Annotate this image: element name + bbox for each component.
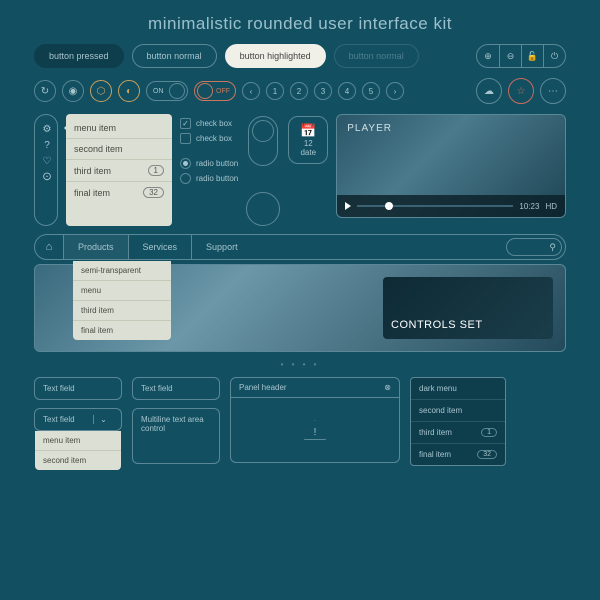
heart-icon[interactable]: ♡	[39, 153, 55, 169]
search-icon: ⚲	[549, 242, 556, 253]
home-icon[interactable]: ⌂	[35, 241, 63, 253]
carousel-dots[interactable]: • • • •	[0, 358, 600, 377]
button-states-row: button pressed button normal button high…	[0, 44, 600, 78]
hd-badge: HD	[545, 202, 557, 211]
button-pressed[interactable]: button pressed	[34, 44, 124, 68]
nav-bar: ⌂ Products Services Support ⚲ semi-trans…	[34, 234, 566, 260]
menu-item[interactable]: dark menu	[411, 378, 505, 400]
player-title: PLAYER	[347, 123, 392, 134]
plus-icon[interactable]: ⊕	[477, 45, 499, 67]
progress-bar[interactable]	[357, 205, 513, 207]
nav-products[interactable]: Products	[63, 235, 128, 259]
date-widget[interactable]: 📅 12 date	[288, 116, 328, 164]
pager-4[interactable]: 4	[338, 82, 356, 100]
speaker-icon[interactable]: ◐	[118, 80, 140, 102]
player-time: 10:23	[519, 202, 539, 211]
pager-5[interactable]: 5	[362, 82, 380, 100]
warning-icon: !	[304, 420, 326, 440]
dropdown-item[interactable]: second item	[35, 451, 121, 470]
nav-services[interactable]: Services	[128, 235, 192, 259]
minus-icon[interactable]: ⊖	[499, 45, 521, 67]
checkbox-group: ✓check box check box radio button radio …	[180, 114, 238, 184]
star-icon[interactable]: ☆	[508, 78, 534, 104]
panel: Panel header ⊗ !	[230, 377, 400, 463]
menu-item[interactable]: third item1	[66, 160, 172, 182]
pager-3[interactable]: 3	[314, 82, 332, 100]
chat-icon[interactable]: ☁	[476, 78, 502, 104]
menu-item[interactable]: menu item	[66, 118, 172, 139]
panel-header: Panel header ⊗	[231, 378, 399, 398]
button-normal[interactable]: button normal	[132, 44, 217, 68]
pager-2[interactable]: 2	[290, 82, 308, 100]
controls-row: ↻ ◉ ⬡ ◐ ON OFF ‹ 1 2 3 4 5 › ☁ ☆ ⋯	[0, 78, 600, 114]
menu-item[interactable]: second item	[411, 400, 505, 422]
calendar-icon: 📅	[297, 123, 319, 139]
dropdown-item[interactable]: final item	[73, 321, 171, 340]
checkbox-checked[interactable]: ✓check box	[180, 118, 238, 129]
page-title: minimalistic rounded user interface kit	[0, 0, 600, 44]
nav-dropdown: semi-transparent menu third item final i…	[73, 261, 171, 340]
radio-unselected[interactable]: radio button	[180, 173, 238, 184]
knob-control[interactable]	[246, 192, 280, 226]
text-field[interactable]: Text field	[132, 377, 220, 400]
light-menu: menu item second item third item1 final …	[66, 114, 172, 226]
pager-1[interactable]: 1	[266, 82, 284, 100]
combo-dropdown: menu item second item	[35, 431, 121, 470]
close-icon[interactable]: ⊗	[384, 383, 391, 392]
toggle-on[interactable]: ON	[146, 81, 188, 101]
wifi-icon[interactable]: ⬡	[90, 80, 112, 102]
arrow-circle-icon[interactable]: ↻	[34, 80, 56, 102]
radio-selected[interactable]: radio button	[180, 158, 238, 169]
lock-icon[interactable]: 🔓	[521, 45, 543, 67]
button-disabled: button normal	[334, 44, 419, 68]
textarea[interactable]: Multiline text area control	[132, 408, 220, 464]
icon-button-group: ⊕ ⊖ 🔓 ⏻	[476, 44, 566, 68]
search-input[interactable]: ⚲	[506, 238, 562, 256]
text-field[interactable]: Text field	[34, 377, 122, 400]
dropdown-item[interactable]: third item	[73, 301, 171, 321]
dropdown-item[interactable]: semi-transparent	[73, 261, 171, 281]
mic-icon[interactable]: ◉	[62, 80, 84, 102]
help-icon[interactable]: ?	[39, 137, 55, 153]
pager-prev[interactable]: ‹	[242, 82, 260, 100]
nav-support[interactable]: Support	[191, 235, 252, 259]
player-controls: 10:23 HD	[337, 195, 565, 217]
menu-item[interactable]: third item1	[411, 422, 505, 444]
combo-field[interactable]: Text field⌄ menu item second item	[34, 408, 122, 431]
pager-next[interactable]: ›	[386, 82, 404, 100]
dropdown-item[interactable]: menu item	[35, 431, 121, 451]
media-player: PLAYER 10:23 HD	[336, 114, 566, 218]
more-icon[interactable]: ⋯	[540, 78, 566, 104]
menu-item[interactable]: final item32	[66, 182, 172, 203]
toggle-off[interactable]: OFF	[194, 81, 236, 101]
checkbox-unchecked[interactable]: check box	[180, 133, 238, 144]
chevron-down-icon[interactable]: ⌄	[93, 415, 113, 424]
gear-icon[interactable]: ⚙	[39, 121, 55, 137]
dropdown-item[interactable]: menu	[73, 281, 171, 301]
icon-sidebar: ⚙ ? ♡ 𐌏	[34, 114, 58, 226]
menu-item[interactable]: second item	[66, 139, 172, 160]
dark-menu: dark menu second item third item1 final …	[410, 377, 506, 466]
slider-vertical[interactable]	[248, 116, 278, 166]
power-icon[interactable]: ⏻	[543, 45, 565, 67]
play-icon[interactable]	[345, 202, 351, 210]
menu-item[interactable]: final item32	[411, 444, 505, 465]
button-highlighted[interactable]: button highlighted	[225, 44, 326, 68]
link-icon[interactable]: 𐌏	[39, 169, 55, 185]
hero-card[interactable]: CONTROLS SET	[383, 277, 553, 339]
